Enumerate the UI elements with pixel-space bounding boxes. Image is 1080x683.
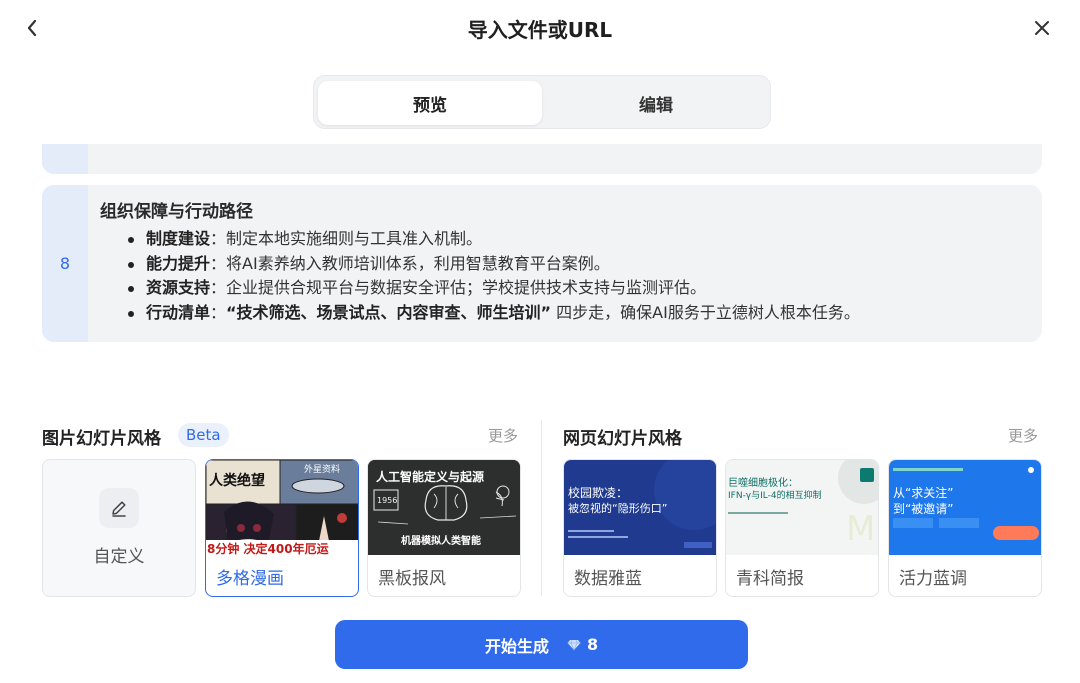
section-divider — [541, 420, 542, 596]
data-blue-thumb-line1: 校园欺凌： — [568, 486, 629, 500]
bullet-separator: ： — [210, 253, 227, 273]
science-brief-thumbnail: M 巨噬细胞极化： IFN-γ与IL-4的相互抑制 — [726, 460, 878, 555]
tile-label: 自定义 — [93, 547, 145, 567]
tile-label: 青科简报 — [736, 569, 804, 589]
bullet-separator: ： — [210, 229, 227, 248]
bullet-term: 能力提升 — [146, 253, 211, 273]
comic-thumb-banner: 8分钟 决定400年厄运 — [207, 542, 329, 555]
svg-text:M: M — [846, 509, 875, 549]
bullet-term: 制度建设 — [146, 229, 211, 248]
card-number-column — [42, 144, 88, 174]
tile-label: 数据雅蓝 — [574, 569, 642, 589]
bullet-separator: ： — [210, 302, 227, 322]
credit-cost: 8 — [586, 635, 599, 654]
diamond-icon — [567, 639, 581, 651]
start-generate-button[interactable]: 开始生成 8 — [335, 620, 748, 669]
bullet-separator: ： — [210, 278, 227, 297]
beta-badge: Beta — [178, 423, 229, 447]
bullet-text-bold: “技术筛选、场景试点、内容审查、师生培训” — [226, 302, 552, 322]
web-styles-more-link[interactable]: 更多 — [1008, 425, 1038, 446]
bullet-text: 将AI素养纳入教师培训体系，利用智慧教育平台案例。 — [226, 253, 610, 273]
tile-label: 黑板报风 — [378, 569, 446, 589]
card-content: 组织保障与行动路径 制度建设：制定本地实施细则与工具准入机制。 能力提升：将AI… — [100, 199, 1022, 325]
style-tile-blackboard[interactable]: 人工智能定义与起源 1956 机器模拟人类智能 黑板报风 — [367, 459, 521, 597]
outline-card[interactable]: 8 组织保障与行动路径 制度建设：制定本地实施细则与工具准入机制。 能力提升：将… — [42, 185, 1042, 342]
tab-preview[interactable]: 预览 — [318, 81, 542, 125]
tab-edit[interactable]: 编辑 — [544, 81, 768, 125]
vibrant-blue-thumb-line2: 到“被邀请” — [893, 502, 954, 516]
image-styles-title: 图片幻灯片风格 — [42, 429, 161, 449]
bullet-item: 资源支持：企业提供合规平台与数据安全评估；学校提供技术支持与监测评估。 — [126, 276, 1022, 301]
close-icon — [1035, 21, 1049, 35]
image-styles-more-link[interactable]: 更多 — [488, 425, 518, 446]
blackboard-thumbnail: 人工智能定义与起源 1956 机器模拟人类智能 — [368, 460, 520, 555]
bullet-term: 行动清单 — [146, 302, 211, 322]
bullet-list: 制度建设：制定本地实施细则与工具准入机制。 能力提升：将AI素养纳入教师培训体系… — [100, 227, 1022, 325]
outline-card-previous — [42, 144, 1042, 174]
comic-thumb-title: 人类绝望 — [209, 473, 265, 489]
comic-thumb-caption: 外星资料 — [304, 465, 341, 475]
web-styles-title: 网页幻灯片风格 — [563, 429, 682, 449]
style-tile-data-blue[interactable]: 校园欺凌： 被忽视的“隐形伤口” 数据雅蓝 — [563, 459, 717, 597]
style-tile-science-brief[interactable]: M 巨噬细胞极化： IFN-γ与IL-4的相互抑制 青科简报 — [725, 459, 879, 597]
comic-thumbnail: 人类绝望 外星资料 8分钟 决定400年厄运 — [206, 460, 358, 555]
dialog-title: 导入文件或URL — [467, 18, 613, 42]
dialog-header: 导入文件或URL — [0, 0, 1080, 56]
close-button[interactable] — [1030, 16, 1054, 40]
science-brief-thumb-line1: 巨噬细胞极化： — [728, 478, 798, 489]
bullet-text: 四步走，确保AI服务于立德树人根本任务。 — [556, 302, 860, 322]
bullet-text: 制定本地实施细则与工具准入机制。 — [226, 229, 483, 248]
bullet-text: 企业提供合规平台与数据安全评估；学校提供技术支持与监测评估。 — [226, 278, 707, 297]
view-mode-toggle: 预览 编辑 — [313, 75, 771, 129]
blackboard-thumb-year: 1956 — [377, 496, 398, 505]
start-button-label: 开始生成 — [484, 636, 549, 656]
science-brief-thumb-line2: IFN-γ与IL-4的相互抑制 — [728, 491, 822, 501]
blackboard-thumb-title: 人工智能定义与起源 — [376, 470, 485, 484]
style-tile-custom[interactable]: 自定义 — [42, 459, 196, 597]
bullet-term: 资源支持 — [146, 278, 211, 297]
style-tile-comic[interactable]: 人类绝望 外星资料 8分钟 决定400年厄运 多格漫画 — [205, 459, 359, 597]
blackboard-thumb-caption: 机器模拟人类智能 — [401, 536, 481, 547]
bullet-item: 制度建设：制定本地实施细则与工具准入机制。 — [126, 227, 1022, 252]
bullet-item: 行动清单：“技术筛选、场景试点、内容审查、师生培训” 四步走，确保AI服务于立德… — [126, 301, 1022, 326]
card-number: 8 — [42, 185, 88, 342]
data-blue-thumb-line2: 被忽视的“隐形伤口” — [568, 502, 668, 515]
tile-label: 多格漫画 — [216, 569, 284, 589]
vibrant-blue-thumb-line1: 从“求关注” — [893, 486, 954, 500]
bullet-item: 能力提升：将AI素养纳入教师培训体系，利用智慧教育平台案例。 — [126, 252, 1022, 277]
style-tile-vibrant-blue[interactable]: 从“求关注” 到“被邀请” 活力蓝调 — [888, 459, 1042, 597]
tile-label: 活力蓝调 — [899, 569, 967, 589]
pencil-icon — [99, 488, 139, 528]
vibrant-blue-thumbnail: 从“求关注” 到“被邀请” — [889, 460, 1041, 555]
card-title: 组织保障与行动路径 — [100, 202, 253, 222]
data-blue-thumbnail: 校园欺凌： 被忽视的“隐形伤口” — [564, 460, 716, 555]
